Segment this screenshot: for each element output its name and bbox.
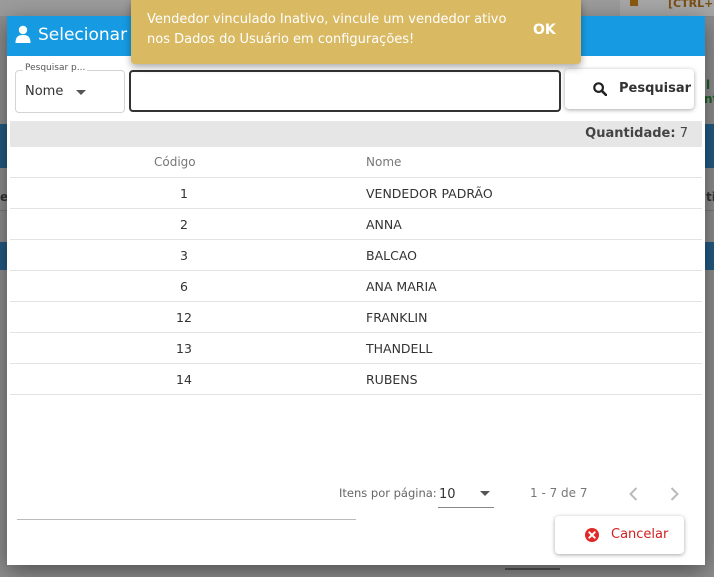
table-row[interactable]: 13 THANDELL: [10, 332, 702, 363]
cancel-button-label: Cancelar: [611, 527, 669, 542]
background-side-text-2: nt: [704, 92, 714, 106]
pagination-range: 1 - 7 de 7: [530, 486, 588, 500]
table-row[interactable]: 14 RUBENS: [10, 363, 702, 395]
search-by-label: Pesquisar p...: [23, 63, 88, 73]
search-by-value: Nome: [25, 84, 64, 99]
search-input[interactable]: [137, 72, 551, 108]
search-by-select[interactable]: Pesquisar p... Nome: [15, 63, 125, 113]
chevron-down-icon: [480, 491, 490, 496]
row-name: RUBENS: [366, 372, 418, 387]
quantity-value: 7: [679, 126, 688, 141]
next-page-button[interactable]: [664, 484, 684, 504]
search-icon: [593, 82, 607, 96]
background-shortcut-hint: [CTRL+I: [668, 0, 714, 10]
row-name: ANA MARIA: [366, 279, 437, 294]
search-button-label: Pesquisar: [619, 81, 692, 96]
background-side-text-3: ti: [706, 190, 714, 204]
row-name: VENDEDOR PADRÃO: [366, 186, 493, 201]
table-row[interactable]: 1 VENDEDOR PADRÃO: [10, 177, 702, 208]
row-code: 3: [180, 248, 188, 263]
user-icon: [15, 25, 31, 43]
table-row[interactable]: 12 FRANKLIN: [10, 301, 702, 332]
quantity-bar: Quantidade: 7: [10, 121, 702, 147]
table-row[interactable]: 3 BALCAO: [10, 239, 702, 270]
row-code: 1: [180, 186, 188, 201]
items-per-page-label: Itens por página:: [339, 486, 437, 500]
search-button[interactable]: Pesquisar: [565, 69, 694, 109]
toast-ok-button[interactable]: OK: [533, 22, 556, 38]
search-input-wrapper: [129, 70, 561, 112]
background-side-text-1: l: [706, 78, 711, 92]
quantity-label: Quantidade:: [585, 126, 676, 141]
column-header-name: Nome: [366, 155, 402, 169]
toast-message: Vendedor vinculado Inativo, vincule um v…: [147, 12, 507, 47]
row-name: BALCAO: [366, 248, 417, 263]
row-code: 2: [180, 217, 188, 232]
close-circle-icon: [585, 528, 599, 542]
warning-toast: Vendedor vinculado Inativo, vincule um v…: [131, 0, 581, 64]
background-shortcut-box: [CTRL+I: [620, 0, 714, 17]
quantity-text: Quantidade: 7: [585, 126, 688, 141]
column-header-code: Código: [154, 155, 196, 169]
select-seller-dialog: Selecionar Vendedor Pesquisar p... Nome …: [7, 16, 705, 565]
background-bottom-line: [505, 568, 560, 570]
chevron-down-icon: [76, 90, 86, 95]
items-per-page-select[interactable]: 10: [438, 481, 494, 508]
seller-table: 1 VENDEDOR PADRÃO 2 ANNA 3 BALCAO 6 ANA …: [10, 177, 702, 395]
background-marker: [630, 0, 638, 6]
table-row[interactable]: 6 ANA MARIA: [10, 270, 702, 301]
row-code: 6: [180, 279, 188, 294]
row-code: 13: [176, 341, 192, 356]
footer-divider: [17, 519, 356, 520]
row-code: 12: [176, 310, 192, 325]
table-row[interactable]: 2 ANNA: [10, 208, 702, 239]
previous-page-button[interactable]: [624, 484, 644, 504]
cancel-button[interactable]: Cancelar: [555, 516, 684, 554]
row-name: FRANKLIN: [366, 310, 428, 325]
row-name: THANDELL: [366, 341, 433, 356]
row-name: ANNA: [366, 217, 402, 232]
items-per-page-value: 10: [439, 487, 456, 502]
row-code: 14: [176, 372, 192, 387]
